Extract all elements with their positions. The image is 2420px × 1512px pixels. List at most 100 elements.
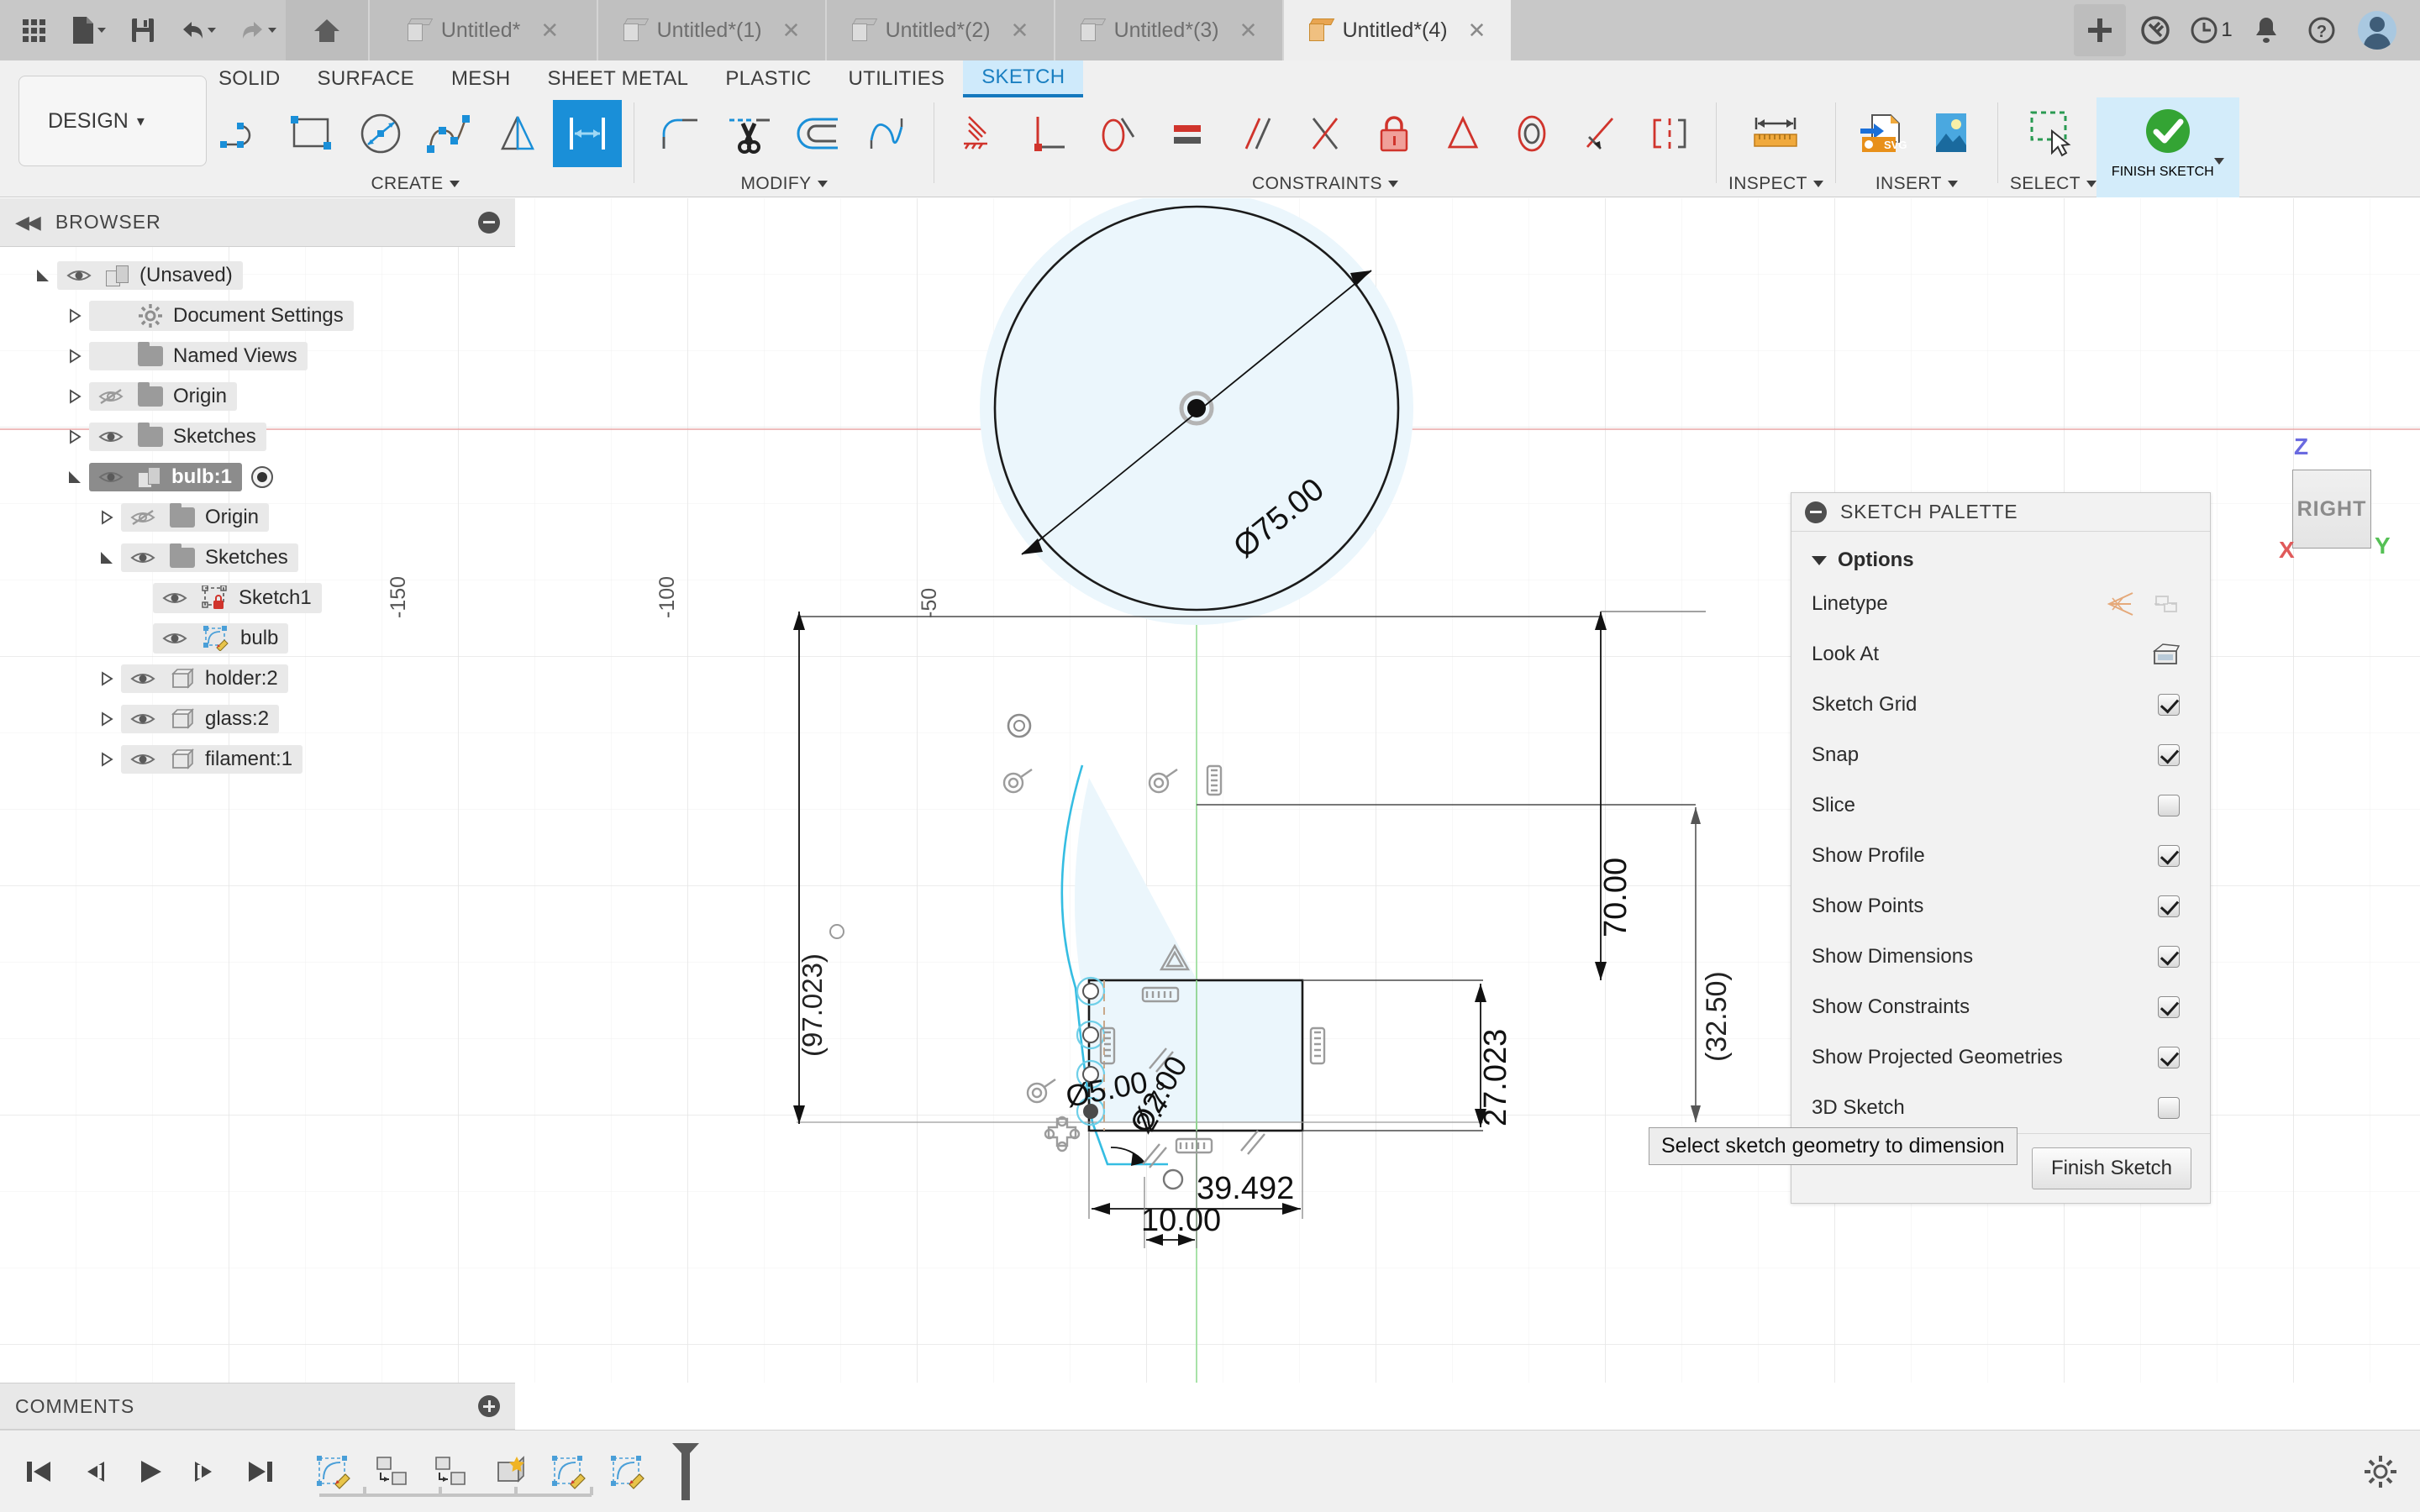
curvature-comb-tool[interactable] <box>853 100 922 167</box>
eye-visible-icon[interactable] <box>126 710 160 728</box>
slice-checkbox[interactable] <box>2158 795 2180 816</box>
plug-icon[interactable] <box>2129 4 2181 56</box>
coincident-constraint[interactable] <box>1291 100 1360 167</box>
tree-item-sketches[interactable]: Sketches <box>0 417 515 457</box>
expander-open-icon[interactable] <box>60 470 89 485</box>
expander-closed-icon[interactable] <box>60 308 89 323</box>
dimension-overall-height[interactable]: (97.023) <box>797 953 829 1057</box>
dimension-half-width[interactable]: (32.50) <box>1701 971 1733 1062</box>
dimension-neck-height[interactable]: 70.00 <box>1598 858 1634 937</box>
show-profile-checkbox[interactable] <box>2158 845 2180 867</box>
view-cube[interactable]: RIGHT Z X Y <box>2260 433 2403 583</box>
fix-unfix-constraint[interactable] <box>1360 100 1428 167</box>
group-label-select[interactable]: SELECT <box>2010 170 2096 197</box>
tangent-constraint[interactable] <box>1084 100 1153 167</box>
parallel-constraint[interactable] <box>1222 100 1291 167</box>
lookat-icon[interactable] <box>2151 642 2180 667</box>
help-icon[interactable]: ? <box>2296 4 2348 56</box>
perpendicular-constraint[interactable] <box>1015 100 1084 167</box>
show-constraints-checkbox[interactable] <box>2158 996 2180 1018</box>
show-projected-geometries-checkbox[interactable] <box>2158 1047 2180 1068</box>
group-label-constraints[interactable]: CONSTRAINTS <box>1252 170 1398 197</box>
close-icon[interactable]: ✕ <box>540 18 559 44</box>
plus-circle-icon[interactable] <box>478 1395 500 1417</box>
mirror-tool[interactable] <box>484 100 553 167</box>
tree-item-sketch1[interactable]: Sketch1 <box>0 578 515 618</box>
line-tool[interactable] <box>208 100 277 167</box>
snap-checkbox[interactable] <box>2158 744 2180 766</box>
eye-visible-icon[interactable] <box>126 669 160 688</box>
collapse-left-icon[interactable]: ◀◀ <box>15 212 41 234</box>
tab-plastic[interactable]: PLASTIC <box>707 60 829 97</box>
dimension-inner-width[interactable]: 10.00 <box>1141 1203 1221 1239</box>
fillet-tool[interactable] <box>646 100 715 167</box>
eye-hidden-icon[interactable] <box>94 387 128 406</box>
finish-sketch-palette-button[interactable]: Finish Sketch <box>2031 1147 2191 1189</box>
close-icon[interactable]: ✕ <box>1468 18 1486 44</box>
tree-item-document-settings[interactable]: Document Settings <box>0 296 515 336</box>
redo-icon[interactable] <box>230 8 286 52</box>
clock-icon[interactable]: 1 <box>2185 4 2237 56</box>
midpoint-constraint[interactable] <box>1428 100 1497 167</box>
construction-linetype-icon[interactable] <box>2106 591 2134 617</box>
insert-svg-tool[interactable]: SVG <box>1848 100 1917 167</box>
eye-visible-icon[interactable] <box>94 468 128 486</box>
offset-tool[interactable] <box>784 100 853 167</box>
eye-hidden-icon[interactable] <box>126 508 160 527</box>
tree-item-sketches[interactable]: Sketches <box>0 538 515 578</box>
new-tab-icon[interactable] <box>2074 4 2126 56</box>
group-label-create[interactable]: CREATE <box>371 170 460 197</box>
tree-item-named-views[interactable]: Named Views <box>0 336 515 376</box>
tab-solid[interactable]: SOLID <box>200 60 299 97</box>
dimension-base-height[interactable]: 27.023 <box>1478 1029 1514 1126</box>
3d-sketch-checkbox[interactable] <box>2158 1097 2180 1119</box>
document-tab-3[interactable]: Untitled*(3) ✕ <box>1054 0 1282 60</box>
tab-utilities[interactable]: UTILITIES <box>829 60 963 97</box>
go-to-end-button[interactable] <box>244 1455 277 1488</box>
expander-closed-icon[interactable] <box>92 510 121 525</box>
collinear-constraint[interactable] <box>1566 100 1635 167</box>
expander-closed-icon[interactable] <box>60 349 89 364</box>
eye-visible-icon[interactable] <box>94 428 128 446</box>
show-points-checkbox[interactable] <box>2158 895 2180 917</box>
dimension-base-width[interactable]: 39.492 <box>1197 1171 1294 1207</box>
expander-open-icon[interactable] <box>29 268 57 283</box>
rectangle-tool[interactable] <box>277 100 346 167</box>
document-tab-2[interactable]: Untitled*(2) ✕ <box>825 0 1054 60</box>
tab-sheet-metal[interactable]: SHEET METAL <box>529 60 708 97</box>
expander-open-icon[interactable] <box>92 550 121 565</box>
expander-closed-icon[interactable] <box>92 711 121 727</box>
document-tab-4[interactable]: Untitled*(4) ✕ <box>1282 0 1511 60</box>
app-menu-icon[interactable] <box>12 8 55 52</box>
avatar[interactable] <box>2351 4 2403 56</box>
document-tab-1[interactable]: Untitled*(1) ✕ <box>597 0 825 60</box>
undo-icon[interactable] <box>170 8 225 52</box>
home-tab[interactable] <box>286 0 368 60</box>
group-label-modify[interactable]: MODIFY <box>740 170 828 197</box>
spline-tool[interactable] <box>415 100 484 167</box>
bell-icon[interactable] <box>2240 4 2292 56</box>
go-to-beginning-button[interactable] <box>22 1455 55 1488</box>
insert-canvas-tool[interactable] <box>1917 100 1986 167</box>
tree-item-bulb-1[interactable]: bulb:1 <box>0 457 515 497</box>
tree-item-bulb[interactable]: bulb <box>0 618 515 659</box>
centerline-linetype-icon[interactable] <box>2153 591 2180 617</box>
tree-item-unsaved[interactable]: (Unsaved) <box>0 255 515 296</box>
expander-closed-icon[interactable] <box>60 389 89 404</box>
eye-visible-icon[interactable] <box>158 629 192 648</box>
horizontal-vertical-constraint[interactable] <box>946 100 1015 167</box>
step-forward-button[interactable] <box>188 1455 222 1488</box>
tree-item-origin[interactable]: Origin <box>0 376 515 417</box>
eye-visible-icon[interactable] <box>126 549 160 567</box>
circle-tool[interactable] <box>346 100 415 167</box>
tree-item-glass-2[interactable]: glass:2 <box>0 699 515 739</box>
tab-sketch[interactable]: SKETCH <box>963 60 1084 97</box>
trim-tool[interactable] <box>715 100 784 167</box>
measure-tool[interactable] <box>1741 100 1810 167</box>
group-label-inspect[interactable]: INSPECT <box>1728 170 1823 197</box>
tab-surface[interactable]: SURFACE <box>299 60 433 97</box>
concentric-constraint[interactable] <box>1497 100 1566 167</box>
expander-closed-icon[interactable] <box>92 671 121 686</box>
document-tab-0[interactable]: Untitled* ✕ <box>368 0 597 60</box>
options-section-header[interactable]: Options <box>1791 532 2210 579</box>
